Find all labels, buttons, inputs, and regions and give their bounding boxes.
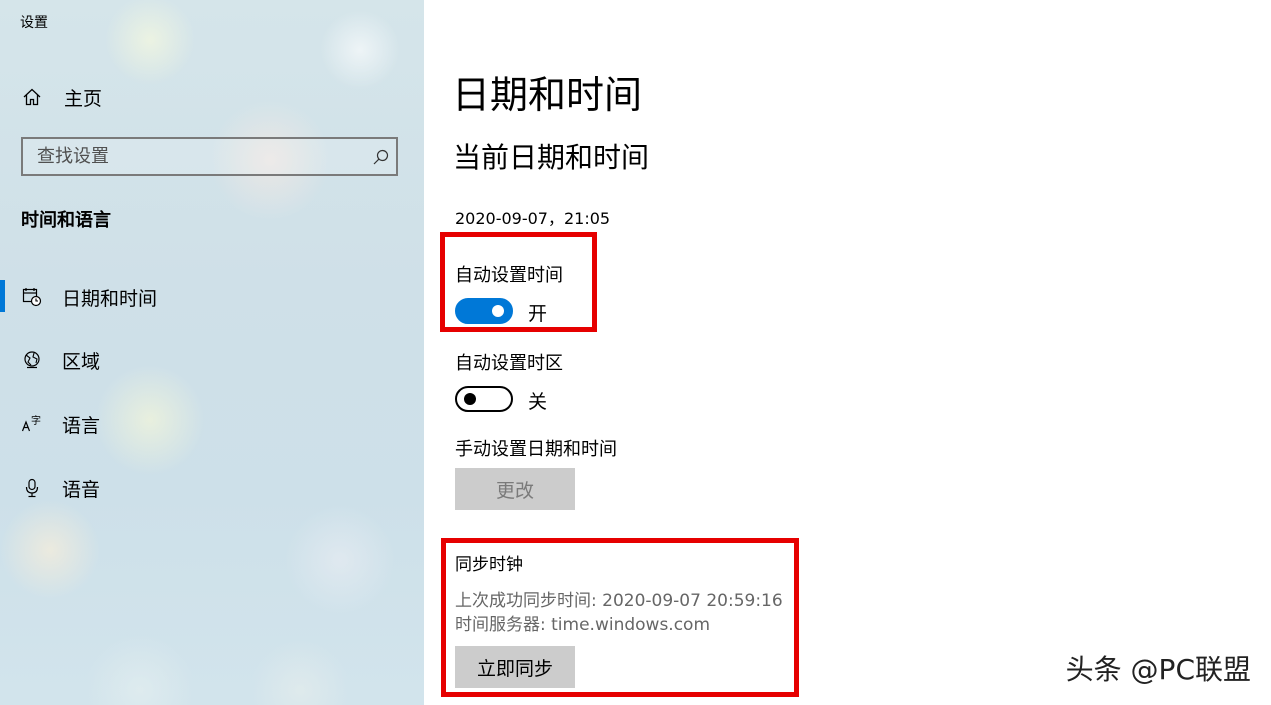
current-datetime-heading: 当前日期和时间: [453, 141, 650, 174]
auto-timezone-state: 关: [528, 391, 548, 413]
search-box: [21, 137, 398, 176]
search-input[interactable]: [23, 138, 366, 175]
home-icon: [20, 85, 44, 109]
selected-indicator: [0, 280, 5, 312]
page-title: 日期和时间: [452, 73, 643, 117]
current-datetime-value: 2020-09-07，21:05: [455, 209, 611, 228]
microphone-icon: [21, 477, 43, 499]
home-nav-item[interactable]: 主页: [20, 84, 102, 110]
highlight-box-sync: [441, 538, 799, 697]
auto-timezone-label: 自动设置时区: [455, 353, 563, 374]
watermark-text: 头条 @PC联盟: [1065, 653, 1251, 686]
toggle-knob: [464, 393, 476, 405]
change-button[interactable]: 更改: [455, 468, 575, 510]
globe-region-icon: [21, 349, 43, 371]
highlight-box-auto-time: [440, 232, 597, 332]
sidebar: 设置 主页 时间和语言 日期和时间 区域 字 语言 语: [0, 0, 424, 705]
sidebar-item-speech[interactable]: 语音: [0, 470, 424, 506]
language-icon: 字: [21, 413, 43, 435]
auto-timezone-toggle[interactable]: [455, 386, 513, 412]
search-icon[interactable]: [366, 148, 396, 166]
sidebar-item-language[interactable]: 字 语言: [0, 406, 424, 442]
sidebar-item-label: 语音: [62, 478, 101, 501]
calendar-clock-icon: [21, 286, 43, 308]
sidebar-item-label: 语言: [62, 414, 101, 437]
home-label: 主页: [64, 87, 103, 110]
sidebar-item-label: 日期和时间: [62, 287, 158, 310]
manual-set-label: 手动设置日期和时间: [455, 439, 617, 460]
app-title: 设置: [20, 15, 48, 31]
section-heading: 时间和语言: [21, 210, 111, 231]
svg-text:字: 字: [31, 414, 41, 427]
sidebar-item-date-time[interactable]: 日期和时间: [0, 279, 424, 315]
sidebar-item-label: 区域: [62, 350, 101, 373]
sidebar-item-region[interactable]: 区域: [0, 342, 424, 378]
main-content: 日期和时间 当前日期和时间 2020-09-07，21:05 自动设置时间 开 …: [424, 0, 1271, 705]
